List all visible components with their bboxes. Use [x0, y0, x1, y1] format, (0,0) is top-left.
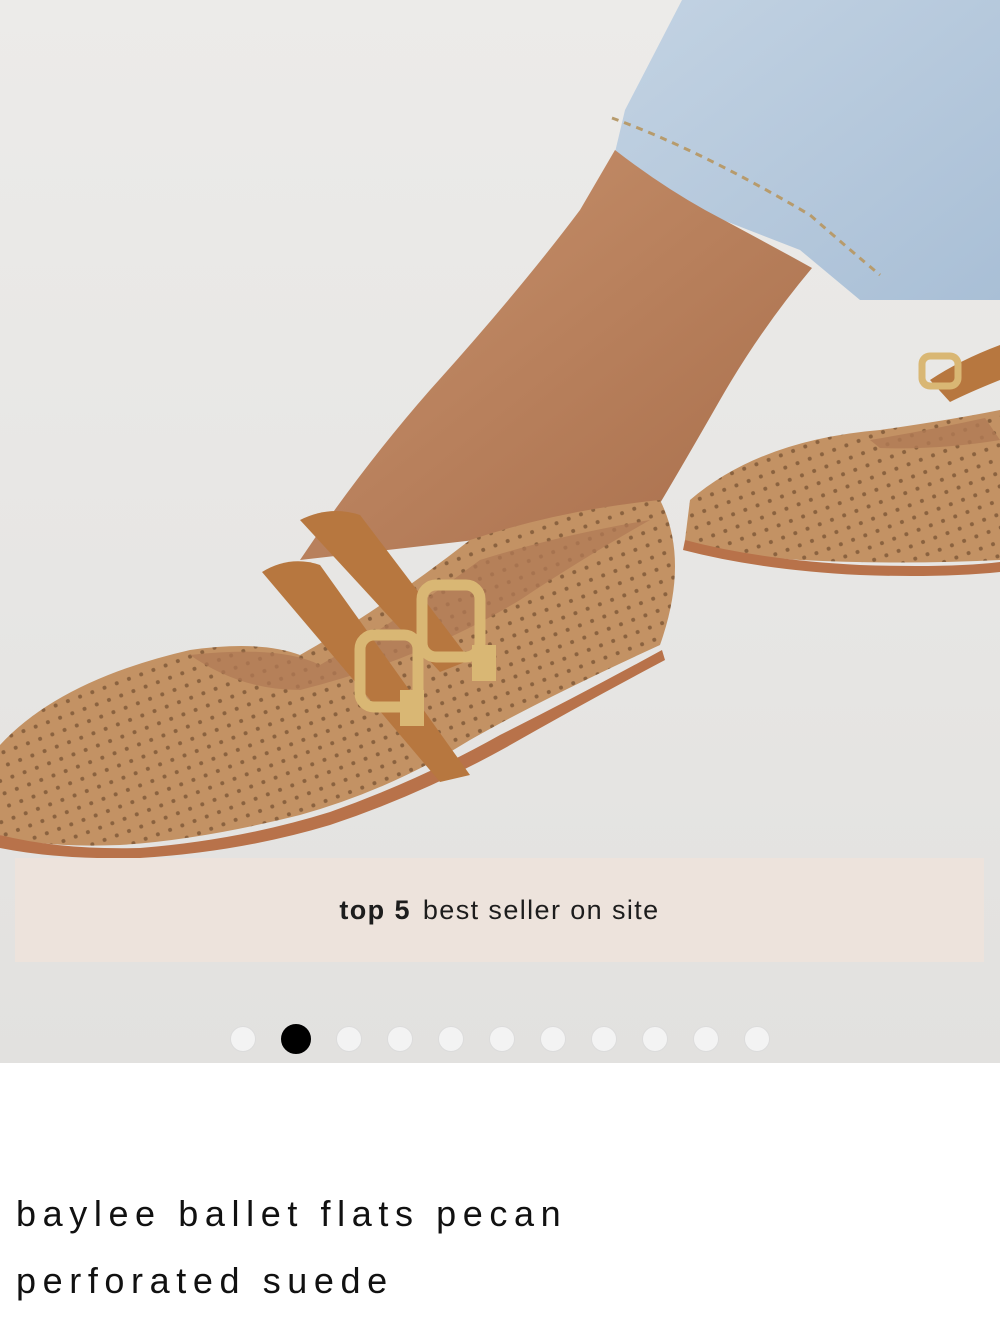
- carousel-dot-8[interactable]: [591, 1026, 617, 1052]
- product-title-line-1: baylee ballet flats pecan: [16, 1193, 568, 1234]
- carousel-dot-2-active[interactable]: [281, 1024, 311, 1054]
- product-title: baylee ballet flats pecan perforated sue…: [16, 1180, 976, 1314]
- carousel-pagination: [0, 1024, 1000, 1054]
- product-image-gallery[interactable]: top 5 best seller on site: [0, 0, 1000, 1063]
- carousel-dot-9[interactable]: [642, 1026, 668, 1052]
- best-seller-badge: top 5 best seller on site: [15, 858, 984, 962]
- carousel-dot-11[interactable]: [744, 1026, 770, 1052]
- carousel-dot-6[interactable]: [489, 1026, 515, 1052]
- badge-rank: top 5: [339, 894, 411, 925]
- carousel-dot-1[interactable]: [230, 1026, 256, 1052]
- carousel-dot-4[interactable]: [387, 1026, 413, 1052]
- carousel-dot-7[interactable]: [540, 1026, 566, 1052]
- product-title-line-2: perforated suede: [16, 1260, 394, 1301]
- carousel-dot-10[interactable]: [693, 1026, 719, 1052]
- carousel-dot-3[interactable]: [336, 1026, 362, 1052]
- carousel-dot-5[interactable]: [438, 1026, 464, 1052]
- badge-text: best seller on site: [422, 894, 660, 925]
